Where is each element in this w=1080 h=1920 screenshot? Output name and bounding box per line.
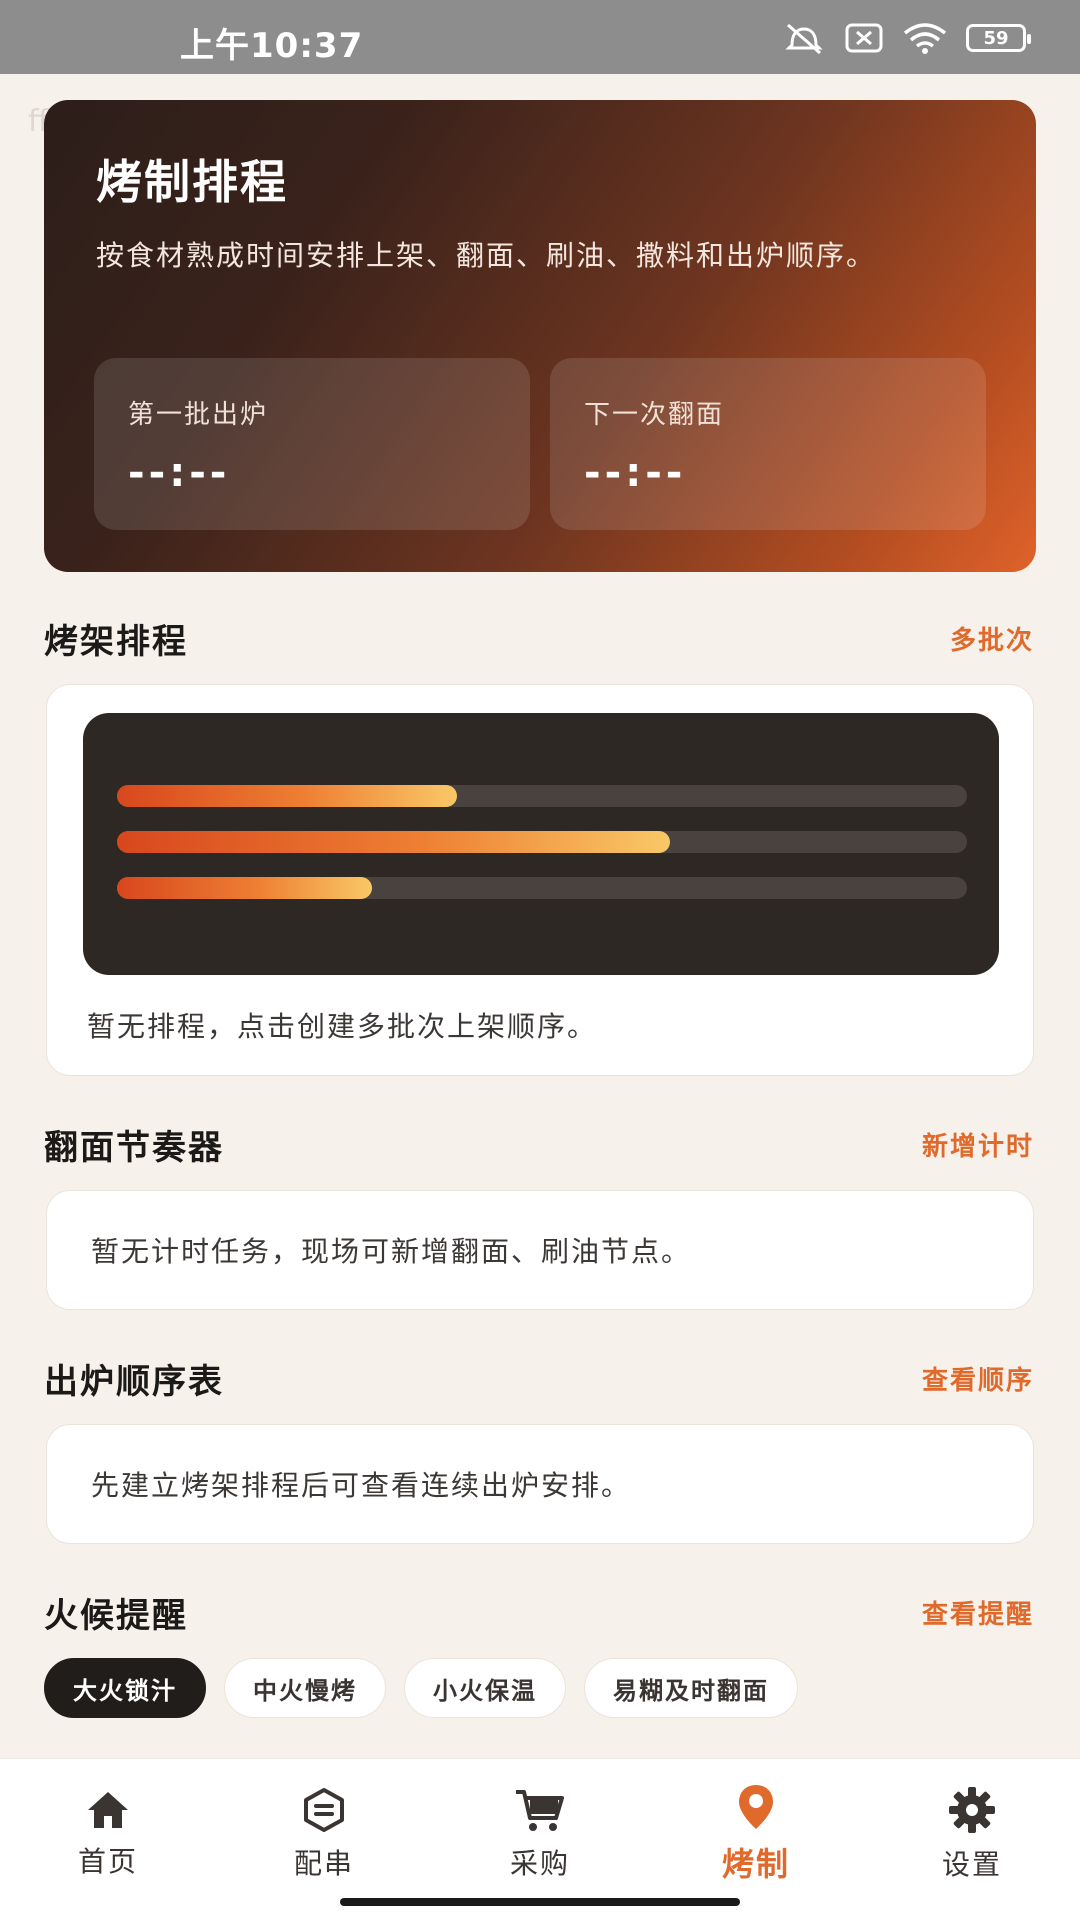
nav-label: 采购 [509, 1847, 570, 1880]
nav-purchase[interactable]: 采购 [432, 1759, 648, 1909]
rack-bar-fill [117, 785, 457, 807]
rack-bar-fill [117, 877, 372, 899]
status-time: 上午10:37 [180, 26, 364, 66]
nav-label: 配串 [293, 1847, 354, 1880]
rack-bar-track [117, 785, 967, 807]
order-section-title: 出炉顺序表 [44, 1362, 224, 1402]
gear-icon [949, 1787, 995, 1833]
rack-section-title: 烤架排程 [44, 622, 188, 662]
view-order-link[interactable]: 查看顺序 [922, 1360, 1034, 1397]
hero-card: 烤制排程 按食材熟成时间安排上架、翻面、刷油、撒料和出炉顺序。 第一批出炉 --… [44, 100, 1036, 572]
view-reminder-link[interactable]: 查看提醒 [922, 1594, 1034, 1631]
chip-medium-heat[interactable]: 中火慢烤 [224, 1658, 386, 1718]
bottom-nav: 首页 配串 采购 烤制 设置 [0, 1758, 1080, 1920]
order-empty-text: 先建立烤架排程后可查看连续出炉安排。 [91, 1469, 632, 1502]
nav-label: 首页 [77, 1845, 138, 1878]
next-flip-value: --:-- [584, 450, 687, 496]
rack-schedule-card[interactable]: 暂无排程，点击创建多批次上架顺序。 [46, 684, 1034, 1076]
flip-empty-text: 暂无计时任务，现场可新增翻面、刷油节点。 [91, 1235, 692, 1268]
hero-description: 按食材熟成时间安排上架、翻面、刷油、撒料和出炉顺序。 [96, 239, 877, 272]
chip-burn-warning[interactable]: 易糊及时翻面 [584, 1658, 798, 1718]
multi-batch-link[interactable]: 多批次 [950, 620, 1034, 657]
flip-timer-card: 暂无计时任务，现场可新增翻面、刷油节点。 [46, 1190, 1034, 1310]
rack-bar-track [117, 831, 967, 853]
rack-bar-fill [117, 831, 670, 853]
add-timer-link[interactable]: 新增计时 [922, 1126, 1034, 1163]
nav-grill[interactable]: 烤制 [648, 1759, 864, 1909]
nav-label: 烤制 [721, 1845, 790, 1883]
next-flip-label: 下一次翻面 [584, 400, 725, 430]
chip-low-heat[interactable]: 小火保温 [404, 1658, 566, 1718]
heat-chips: 大火锁汁 中火慢烤 小火保温 易糊及时翻面 [44, 1658, 798, 1718]
status-icons: 59 [782, 18, 1031, 58]
battery-level: 59 [983, 27, 1009, 49]
nav-label: 设置 [941, 1848, 1002, 1881]
cart-icon [516, 1790, 564, 1831]
first-batch-stat: 第一批出炉 --:-- [94, 358, 530, 530]
sim-icon [845, 23, 883, 53]
battery-icon: 59 [966, 24, 1031, 52]
home-icon [88, 1792, 128, 1828]
chip-high-heat[interactable]: 大火锁汁 [44, 1658, 206, 1718]
order-card: 先建立烤架排程后可查看连续出炉安排。 [46, 1424, 1034, 1544]
flip-section-title: 翻面节奏器 [44, 1128, 224, 1168]
nav-home[interactable]: 首页 [0, 1759, 216, 1909]
location-pin-icon [739, 1785, 773, 1829]
rack-bar-track [117, 877, 967, 899]
first-batch-value: --:-- [128, 450, 231, 496]
nav-settings[interactable]: 设置 [864, 1759, 1080, 1909]
rack-empty-text: 暂无排程，点击创建多批次上架顺序。 [87, 1010, 598, 1043]
status-bar: 上午10:37 59 [0, 0, 1080, 74]
nav-skewer[interactable]: 配串 [216, 1759, 432, 1909]
skewer-icon [304, 1788, 344, 1832]
first-batch-label: 第一批出炉 [128, 400, 269, 430]
next-flip-stat: 下一次翻面 --:-- [550, 358, 986, 530]
mute-icon [785, 23, 823, 55]
rack-visual [83, 713, 999, 975]
home-indicator [340, 1898, 740, 1906]
heat-section-title: 火候提醒 [44, 1596, 188, 1636]
page-title: 烤制排程 [96, 155, 288, 209]
wifi-icon [903, 23, 947, 54]
